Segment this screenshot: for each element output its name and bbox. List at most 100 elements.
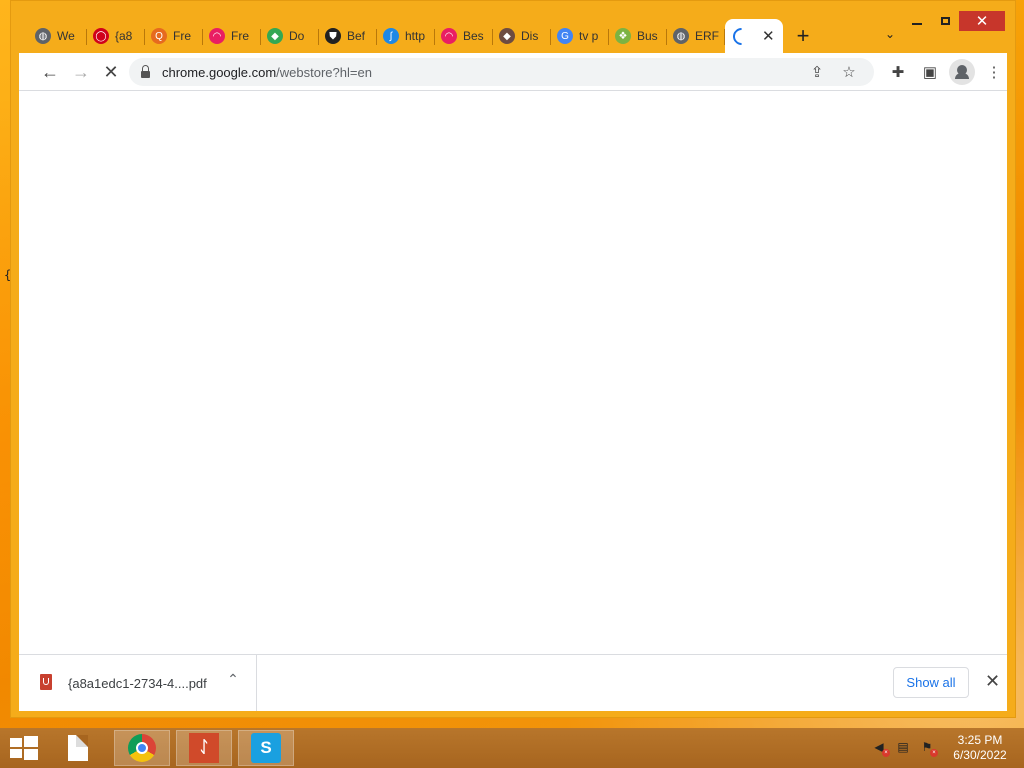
close-icon: ✕	[103, 61, 119, 82]
globe-icon: ◍	[673, 28, 689, 44]
windows-start-button[interactable]	[10, 736, 38, 760]
page-content	[19, 91, 1007, 654]
side-panel-icon[interactable]: ▣	[917, 59, 943, 85]
tag-icon: ◆	[499, 28, 515, 44]
back-button[interactable]: ←	[37, 59, 63, 85]
qualys-icon: Q	[151, 28, 167, 44]
tab-5[interactable]: ⛊ Bef	[319, 19, 377, 53]
taskbar-clock[interactable]: 3:25 PM 6/30/2022	[945, 733, 1015, 763]
avatar-head	[957, 65, 967, 75]
tab-2[interactable]: Q Fre	[145, 19, 203, 53]
tab-11[interactable]: ◍ ERF	[667, 19, 725, 53]
acrobat-icon: ᛇ	[189, 733, 219, 763]
browser-window: ◍ We ◯ {a8 Q Fre ◠ Fre ◆ Do ⛊ Bef ∫ http ◠ Bes ◆ Dis Gtv p…	[10, 0, 1016, 718]
colorful-swirl-icon: ◠	[209, 28, 225, 44]
url-path: /webstore?hl=en	[276, 64, 372, 80]
tab-search-button[interactable]: ⌄	[885, 27, 895, 41]
download-shelf: {a8a1edc1-2734-4....pdf ⌃ Show all ✕	[19, 654, 1007, 711]
minimize-button[interactable]	[903, 11, 931, 31]
clock-date: 6/30/2022	[953, 748, 1007, 762]
forward-arrow-icon: →	[72, 61, 90, 82]
back-arrow-icon: ←	[41, 61, 59, 82]
tab-7[interactable]: ◠ Bes	[435, 19, 493, 53]
tab-label: Fre	[173, 29, 191, 43]
forward-button[interactable]: →	[68, 59, 94, 85]
tab-8[interactable]: ◆ Dis	[493, 19, 551, 53]
windows-logo-icon	[10, 738, 22, 747]
tab-label: ERF	[695, 29, 719, 43]
error-badge-icon: ×	[882, 749, 890, 757]
url-text[interactable]: chrome.google.com/webstore?hl=en	[162, 65, 372, 80]
taskbar-skype[interactable]: S	[238, 730, 294, 766]
taskbar-acrobat[interactable]: ᛇ	[176, 730, 232, 766]
maximize-button[interactable]	[931, 11, 959, 31]
title-bar: ◍ We ◯ {a8 Q Fre ◠ Fre ◆ Do ⛊ Bef ∫ http ◠ Bes ◆ Dis Gtv p…	[11, 1, 1015, 53]
taskbar: ᛇ S ◀ × ▤ ⚑ × 3:25 PM 6/30/2022	[0, 728, 1024, 768]
skype-icon: S	[251, 733, 281, 763]
tab-10[interactable]: ❖ Bus	[609, 19, 667, 53]
browser-toolbar: ← → ✕ chrome.google.com/webstore?hl=en ⇪…	[19, 53, 1007, 91]
tab-label: Bes	[463, 29, 484, 43]
stop-loading-button[interactable]: ✕	[98, 59, 124, 85]
minimize-icon	[912, 23, 922, 25]
globe-icon: ◍	[35, 28, 51, 44]
show-all-button[interactable]: Show all	[893, 667, 969, 698]
lock-icon	[141, 64, 150, 78]
close-window-button[interactable]: ✕	[959, 11, 1005, 31]
google-g-icon: G	[557, 28, 573, 44]
tab-label: Bef	[347, 29, 366, 43]
tab-label: We	[57, 29, 75, 43]
tab-label: Do	[289, 29, 305, 43]
extensions-icon[interactable]: ✚	[885, 59, 911, 85]
link-icon: ∫	[383, 28, 399, 44]
menu-kebab-icon[interactable]: ⋮	[981, 59, 1007, 85]
download-file-name: {a8a1edc1-2734-4....pdf	[68, 676, 207, 691]
tab-label: Bus	[637, 29, 658, 43]
download-item[interactable]: {a8a1edc1-2734-4....pdf ⌃	[19, 655, 257, 711]
tab-0[interactable]: ◍ We	[29, 19, 87, 53]
window-controls: ✕	[903, 11, 1005, 33]
leaf-icon: ❖	[615, 28, 631, 44]
close-icon[interactable]: ✕	[762, 27, 775, 45]
action-center-flag-icon[interactable]: ⚑ ×	[920, 740, 938, 757]
windows-logo-pane	[10, 749, 22, 758]
volume-muted-icon[interactable]: ◀ ×	[872, 740, 890, 757]
colorful-swirl-icon: ◠	[441, 28, 457, 44]
tab-6[interactable]: ∫ http	[377, 19, 435, 53]
chrome-icon	[128, 734, 156, 762]
loading-spinner-icon	[729, 23, 754, 49]
tab-4[interactable]: ◆ Do	[261, 19, 319, 53]
tab-3[interactable]: ◠ Fre	[203, 19, 261, 53]
share-icon[interactable]: ⇪	[806, 61, 828, 83]
close-icon[interactable]: ✕	[985, 671, 1000, 692]
system-tray: ◀ × ▤ ⚑ ×	[872, 740, 938, 757]
chevron-up-icon[interactable]: ⌃	[223, 671, 243, 688]
tab-label: {a8	[115, 29, 133, 43]
tab-1[interactable]: ◯ {a8	[87, 19, 145, 53]
error-badge-icon: ×	[930, 749, 938, 757]
file-icon	[68, 735, 88, 761]
shield-icon: ⛊	[325, 28, 341, 44]
taskbar-chrome[interactable]	[114, 730, 170, 766]
taskbar-file-explorer[interactable]	[50, 730, 106, 766]
close-icon: ✕	[975, 13, 989, 30]
tab-label: Fre	[231, 29, 249, 43]
tab-active[interactable]: ✕	[725, 19, 783, 53]
tab-strip: ◍ We ◯ {a8 Q Fre ◠ Fre ◆ Do ⛊ Bef ∫ http ◠ Bes ◆ Dis Gtv p…	[29, 19, 823, 53]
address-bar[interactable]: chrome.google.com/webstore?hl=en ⇪ ☆	[129, 58, 874, 86]
pdf-file-icon	[40, 674, 52, 690]
new-tab-button[interactable]: +	[783, 19, 823, 53]
tab-label: Dis	[521, 29, 539, 43]
bookmark-star-icon[interactable]: ☆	[838, 61, 860, 83]
url-host: chrome.google.com	[162, 64, 277, 80]
google-docs-icon: ◆	[267, 28, 283, 44]
clock-time: 3:25 PM	[957, 733, 1003, 747]
tab-9[interactable]: Gtv p	[551, 19, 609, 53]
profile-avatar-icon[interactable]	[949, 59, 975, 85]
oracle-icon: ◯	[93, 28, 109, 44]
network-icon[interactable]: ▤	[896, 740, 910, 754]
tab-label: tv p	[579, 29, 599, 43]
windows-logo-pane	[24, 736, 38, 747]
maximize-icon	[940, 17, 950, 25]
tab-label: http	[405, 29, 426, 43]
